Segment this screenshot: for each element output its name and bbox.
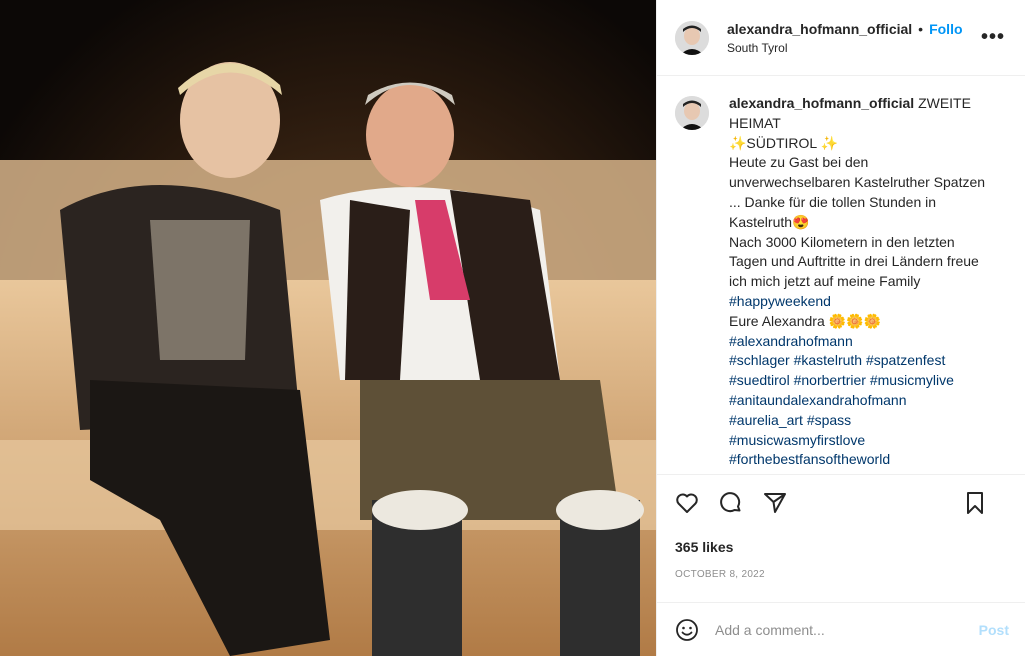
instagram-post: alexandra_hofmann_official • Follo South T… [0,0,1025,656]
comment-icon[interactable] [719,491,743,515]
hashtag-line-suedtirol[interactable]: #suedtirol #norbertrier #musicmylive [729,371,987,391]
comment-input[interactable]: Add a comment... [715,622,825,638]
avatar[interactable] [675,20,709,55]
share-icon[interactable] [763,491,787,515]
username-link[interactable]: alexandra_hofmann_official [727,21,912,37]
separator-dot: • [918,20,924,37]
post-image [0,0,656,656]
hashtag-alexandrahofmann[interactable]: #alexandrahofmann [729,332,987,352]
comment-bar: Add a comment... Post [657,602,1025,656]
caption-line-3: Heute zu Gast bei den unverwechselbaren … [729,154,986,230]
caption-signoff: Eure Alexandra 🌼🌼🌼 [729,312,881,329]
hashtag-anitaundalexandrahofmann[interactable]: #anitaundalexandrahofmann [729,391,987,411]
hashtag-happyweekend[interactable]: #happyweekend [729,292,987,312]
more-icon[interactable]: ••• [981,26,1005,49]
emoji-icon[interactable] [675,618,699,642]
follow-button[interactable]: Follo [929,21,962,37]
hashtag-musicwasmyfirstlove[interactable]: #musicwasmyfirstlove [729,431,987,451]
header-row: alexandra_hofmann_official • Follo [727,21,963,37]
header-meta: alexandra_hofmann_official • Follo South T… [727,21,963,55]
post-sidebar: alexandra_hofmann_official • Follo South T… [656,0,1025,656]
avatar-image [675,20,709,55]
caption-section: alexandra_hofmann_official ZWEITE HEIMAT… [657,76,1025,474]
post-date[interactable]: OCTOBER 8, 2022 [657,555,1025,580]
hashtag-line-aurelia[interactable]: #aurelia_art #spass [729,411,987,431]
action-bar [657,474,1025,531]
post-header: alexandra_hofmann_official • Follo South T… [657,0,1025,76]
heart-icon[interactable] [675,491,699,515]
caption-line-2: ✨SÜDTIROL ✨ [729,134,839,151]
caption-text: alexandra_hofmann_official ZWEITE HEIMAT… [729,94,987,474]
likes-count[interactable]: 365 likes [657,531,1025,555]
location-link[interactable]: South Tyrol [727,41,963,55]
caption-avatar[interactable] [675,96,709,130]
post-photo[interactable] [0,0,656,656]
hashtag-forthebestfansoftheworld[interactable]: #forthebestfansoftheworld [729,450,987,470]
caption-avatar-image [675,96,709,130]
caption-username[interactable]: alexandra_hofmann_official [729,95,914,111]
post-comment-button[interactable]: Post [979,622,1009,638]
bookmark-icon[interactable] [963,491,987,515]
caption-line-4: Nach 3000 Kilometern in den letzten Tage… [729,233,979,290]
hashtag-line-schlager[interactable]: #schlager #kastelruth #spatzenfest [729,351,987,371]
